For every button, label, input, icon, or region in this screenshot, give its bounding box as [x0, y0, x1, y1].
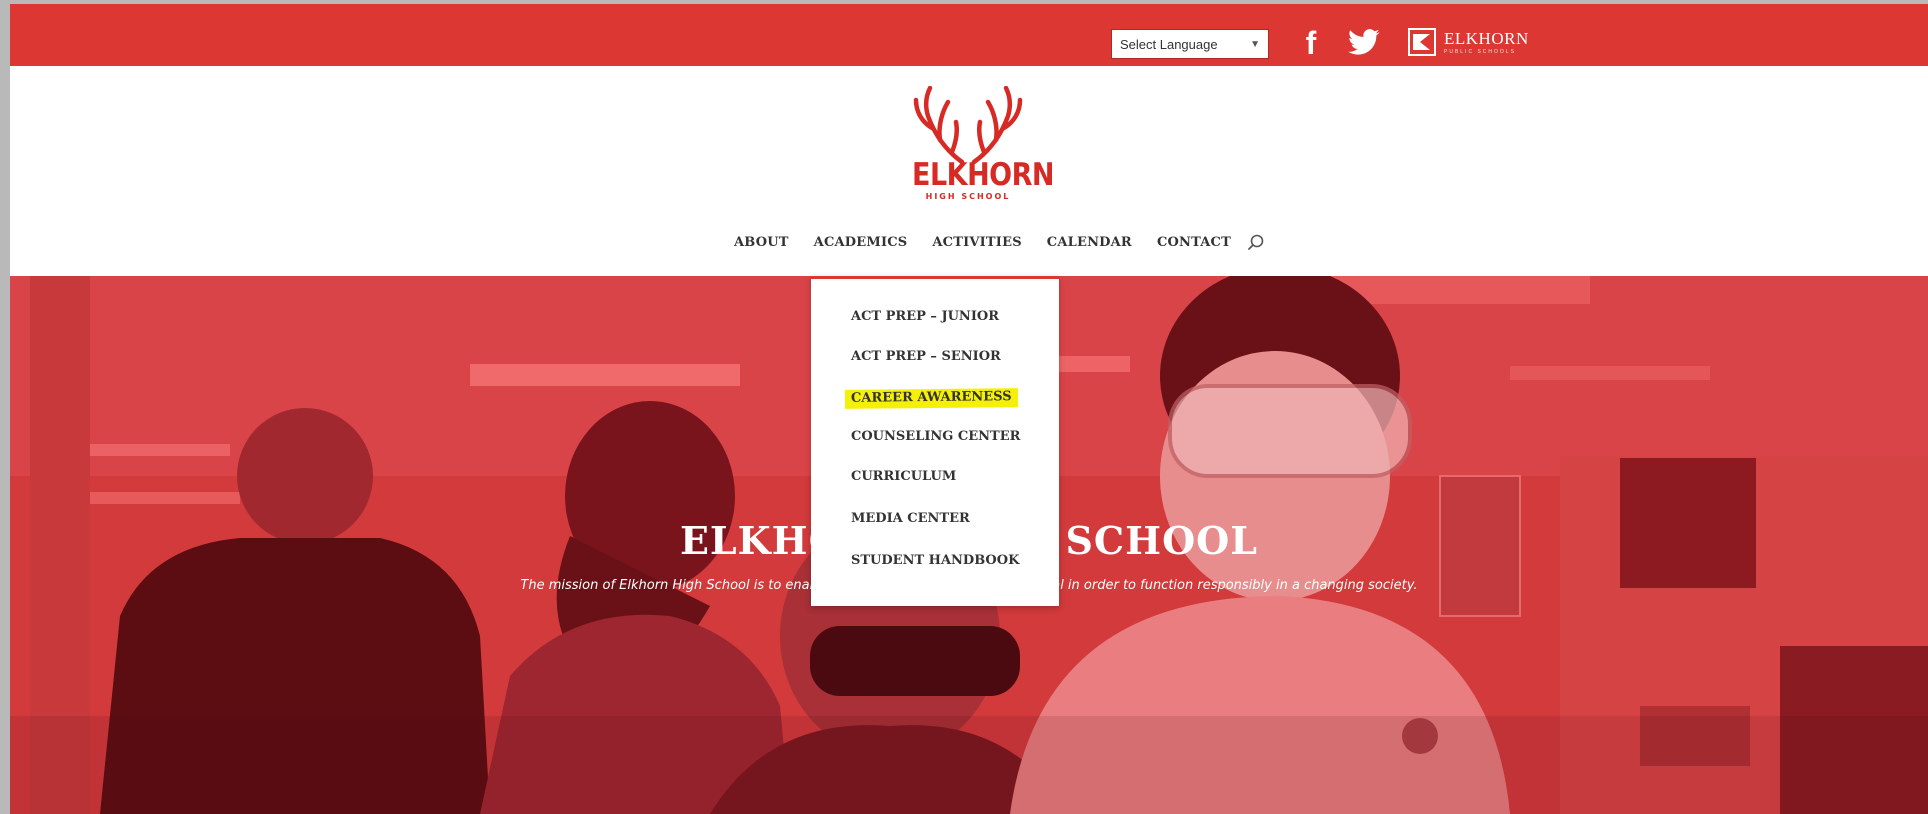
dropdown-item-curriculum[interactable]: CURRICULUM: [851, 469, 956, 484]
nav-item-about[interactable]: ABOUT: [734, 235, 789, 250]
dropdown-item-act-prep-junior[interactable]: ACT PREP – JUNIOR: [851, 309, 999, 324]
nav-item-calendar[interactable]: CALENDAR: [1047, 235, 1132, 250]
dropdown-item-act-prep-senior[interactable]: ACT PREP – SENIOR: [851, 349, 1001, 364]
district-name: ELKHORN: [1444, 28, 1529, 48]
language-select-value: Select Language: [1120, 36, 1218, 52]
district-mark-icon: [1408, 28, 1436, 56]
dropdown-item-student-handbook[interactable]: STUDENT HANDBOOK: [851, 553, 1019, 568]
nav-item-activities[interactable]: ACTIVITIES: [932, 235, 1021, 250]
dropdown-item-counseling-center[interactable]: COUNSELING CENTER: [851, 429, 1020, 444]
search-icon[interactable]: [1247, 233, 1265, 251]
academics-dropdown-menu: ACT PREP – JUNIOR ACT PREP – SENIOR CARE…: [811, 276, 1059, 606]
twitter-icon[interactable]: [1346, 26, 1382, 60]
main-nav: ABOUT ACADEMICS ACTIVITIES CALENDAR CONT…: [734, 233, 1265, 251]
antlers-icon: [913, 86, 1023, 164]
dropdown-item-media-center[interactable]: MEDIA CENTER: [851, 511, 970, 526]
chevron-down-icon: ▼: [1250, 38, 1260, 50]
facebook-icon[interactable]: f: [1300, 25, 1322, 61]
site-header: ELKHORN HIGH SCHOOL ABOUT ACADEMICS ACTI…: [10, 66, 1928, 276]
logo-wordmark: ELKHORN: [912, 157, 1055, 194]
district-logo[interactable]: ELKHORN PUBLIC SCHOOLS: [1408, 24, 1529, 60]
site-logo[interactable]: ELKHORN HIGH SCHOOL: [912, 86, 1055, 210]
browser-page: Select Language ▼ f ELKHORN PUBLIC SCHOO…: [10, 4, 1928, 814]
nav-item-contact[interactable]: CONTACT: [1157, 235, 1231, 250]
logo-subtitle: HIGH SCHOOL: [925, 192, 1011, 201]
top-bar: Select Language ▼ f ELKHORN PUBLIC SCHOO…: [10, 4, 1928, 66]
dropdown-item-career-awareness[interactable]: CAREER AWARENESS: [844, 388, 1018, 409]
nav-item-academics[interactable]: ACADEMICS: [814, 235, 908, 250]
language-select[interactable]: Select Language ▼: [1111, 29, 1269, 59]
district-subname: PUBLIC SCHOOLS: [1444, 48, 1516, 55]
